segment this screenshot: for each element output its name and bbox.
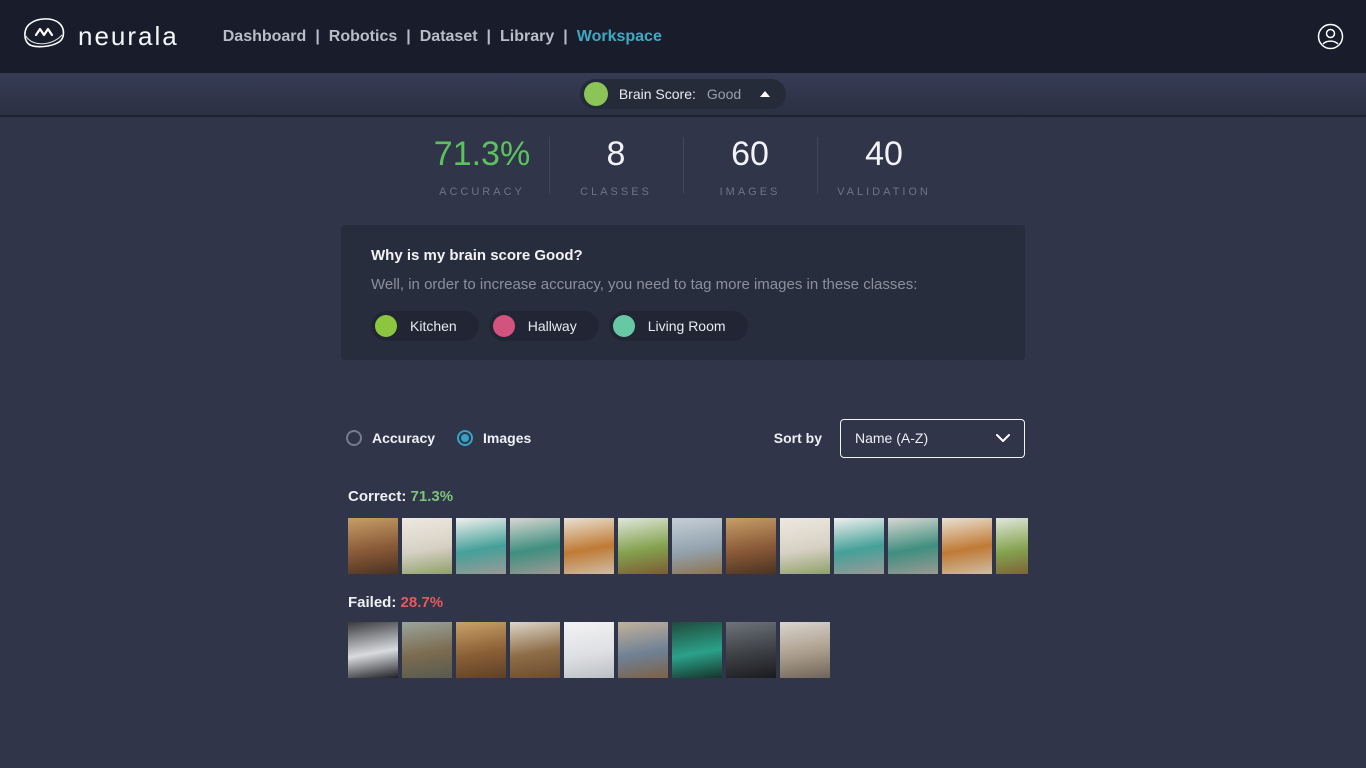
stat-images-label: IMAGES <box>684 186 817 198</box>
class-chip-list: Kitchen Hallway Living Room <box>371 311 995 341</box>
info-card-subtitle: Well, in order to increase accuracy, you… <box>371 276 995 293</box>
sort-by-label: Sort by <box>774 430 822 446</box>
thumbnail-atrium-trees[interactable] <box>618 518 668 574</box>
chevron-down-icon <box>996 430 1010 446</box>
main-navigation: Dashboard | Robotics | Dataset | Library… <box>223 28 662 46</box>
radio-circle <box>346 430 362 446</box>
brain-score-label: Brain Score: <box>619 86 696 102</box>
info-card-title: Why is my brain score Good? <box>371 247 995 264</box>
stat-accuracy: 71.3% ACCURACY <box>416 133 549 198</box>
radio-images-label: Images <box>483 430 531 446</box>
correct-thumbnail-row <box>348 518 1028 574</box>
thumbnail-bright-room-fireplace[interactable] <box>402 518 452 574</box>
stats-row: 71.3% ACCURACY 8 CLASSES 60 IMAGES 40 VA… <box>0 133 1366 198</box>
sort-select-value: Name (A-Z) <box>855 430 928 446</box>
brand-logo[interactable]: neurala <box>22 16 179 57</box>
filter-controls-row: Accuracy Images Sort by Name (A-Z) <box>341 418 1025 458</box>
thumbnail-orange-cabinet-plants[interactable] <box>942 518 992 574</box>
sort-select[interactable]: Name (A-Z) <box>840 419 1025 458</box>
stat-classes-value: 8 <box>550 135 683 174</box>
brain-score-bar: Brain Score: Good <box>0 73 1366 117</box>
failed-thumbnail-row <box>348 622 1028 678</box>
user-avatar-icon[interactable] <box>1317 23 1344 50</box>
thumbnail-teal-couch-green-wall[interactable] <box>672 622 722 678</box>
thumbnail-warm-living-room[interactable] <box>726 518 776 574</box>
nav-link-dashboard[interactable]: Dashboard <box>223 28 307 46</box>
nav-separator: | <box>563 28 567 46</box>
class-color-dot <box>493 315 515 337</box>
thumbnail-dark-moody-room[interactable] <box>726 622 776 678</box>
correct-percentage: 71.3% <box>411 488 454 505</box>
stat-validation-label: VALIDATION <box>818 186 951 198</box>
brain-score-info-card: Why is my brain score Good? Well, in ord… <box>341 225 1025 360</box>
thumbnail-warm-library[interactable] <box>456 622 506 678</box>
radio-accuracy-label: Accuracy <box>372 430 435 446</box>
class-color-dot <box>613 315 635 337</box>
brain-score-status-dot <box>584 82 608 106</box>
thumbnail-lounge-chairs-window[interactable] <box>402 622 452 678</box>
class-chip-label: Living Room <box>648 318 726 334</box>
failed-label-text: Failed: <box>348 594 396 611</box>
thumbnail-bright-room-fireplace[interactable] <box>780 518 830 574</box>
thumbnail-atrium-trees[interactable] <box>996 518 1028 574</box>
nav-separator: | <box>315 28 319 46</box>
view-radio-group: Accuracy Images <box>346 430 531 446</box>
thumbnail-grey-couch-teal-pillows[interactable] <box>834 518 884 574</box>
class-chip-living-room[interactable]: Living Room <box>609 311 748 341</box>
failed-percentage: 28.7% <box>401 594 444 611</box>
neurala-brain-icon <box>22 16 66 57</box>
stat-accuracy-label: ACCURACY <box>416 186 549 198</box>
stat-images-value: 60 <box>684 135 817 174</box>
nav-separator: | <box>406 28 410 46</box>
radio-circle <box>457 430 473 446</box>
radio-images[interactable]: Images <box>457 430 531 446</box>
stat-classes: 8 CLASSES <box>550 133 683 198</box>
brain-score-value: Good <box>707 86 741 102</box>
top-navbar: neurala Dashboard | Robotics | Dataset |… <box>0 0 1366 73</box>
stat-validation: 40 VALIDATION <box>818 133 951 198</box>
thumbnail-dark-room-bright-window[interactable] <box>348 622 398 678</box>
nav-link-robotics[interactable]: Robotics <box>329 28 397 46</box>
class-chip-label: Kitchen <box>410 318 457 334</box>
class-color-dot <box>375 315 397 337</box>
thumbnail-person-by-window[interactable] <box>780 622 830 678</box>
brand-name: neurala <box>78 21 179 52</box>
thumbnail-orange-cabinet-plants[interactable] <box>564 518 614 574</box>
stat-validation-value: 40 <box>818 135 951 174</box>
correct-results-label: Correct: 71.3% <box>348 488 453 505</box>
caret-up-icon <box>760 91 770 97</box>
thumbnail-cluttered-workshop[interactable] <box>510 622 560 678</box>
thumbnail-warm-living-room[interactable] <box>348 518 398 574</box>
sort-control: Sort by Name (A-Z) <box>774 419 1025 458</box>
thumbnail-glass-wall-room[interactable] <box>672 518 722 574</box>
correct-label-text: Correct: <box>348 488 406 505</box>
class-chip-label: Hallway <box>528 318 577 334</box>
class-chip-kitchen[interactable]: Kitchen <box>371 311 479 341</box>
app-root: neurala Dashboard | Robotics | Dataset |… <box>0 0 1366 768</box>
thumbnail-teal-sofa[interactable] <box>888 518 938 574</box>
nav-link-library[interactable]: Library <box>500 28 554 46</box>
brain-score-pill[interactable]: Brain Score: Good <box>580 79 786 109</box>
thumbnail-white-console-table[interactable] <box>564 622 614 678</box>
stat-accuracy-value: 71.3% <box>416 135 549 174</box>
thumbnail-person-standing[interactable] <box>618 622 668 678</box>
class-chip-hallway[interactable]: Hallway <box>489 311 599 341</box>
stat-images: 60 IMAGES <box>684 133 817 198</box>
thumbnail-grey-couch-teal-pillows[interactable] <box>456 518 506 574</box>
nav-separator: | <box>487 28 491 46</box>
nav-link-workspace[interactable]: Workspace <box>577 28 662 46</box>
failed-results-label: Failed: 28.7% <box>348 594 443 611</box>
radio-accuracy[interactable]: Accuracy <box>346 430 435 446</box>
stat-classes-label: CLASSES <box>550 186 683 198</box>
nav-link-dataset[interactable]: Dataset <box>420 28 478 46</box>
thumbnail-teal-sofa[interactable] <box>510 518 560 574</box>
